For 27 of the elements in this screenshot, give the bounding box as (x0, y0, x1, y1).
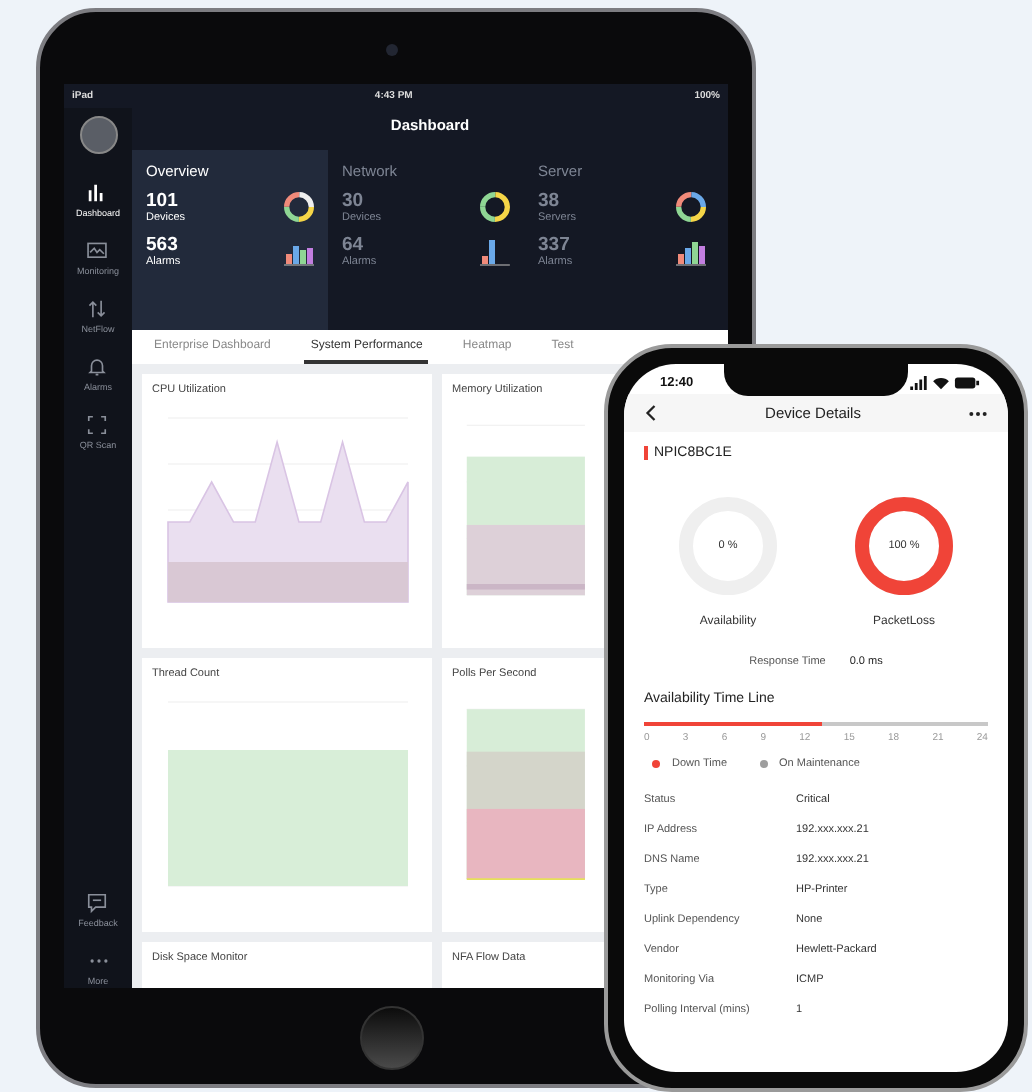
more-button[interactable] (968, 409, 988, 417)
chat-icon (86, 892, 109, 914)
back-button[interactable] (644, 404, 658, 422)
front-camera (386, 44, 398, 56)
arrows-icon (86, 298, 109, 320)
bar-chart-icon (676, 236, 706, 266)
wifi-icon (932, 376, 950, 390)
ring-chart-icon (480, 192, 510, 222)
scan-frame-icon (86, 414, 109, 436)
ring-chart-icon (284, 192, 314, 222)
stat-value: 563 (146, 234, 180, 256)
stat-value: 38 (538, 190, 562, 212)
avatar-icon[interactable] (79, 116, 117, 154)
stat-value: 101 (146, 190, 180, 212)
ring-chart-icon (676, 192, 706, 222)
bell-icon (86, 356, 109, 378)
ring-gauge (850, 492, 958, 600)
bar-chart-icon (480, 236, 510, 266)
back-icon (644, 404, 658, 422)
stat-value: 30 (342, 190, 366, 212)
battery-icon (954, 376, 980, 390)
monitor-icon (86, 240, 109, 262)
stat-value: 337 (538, 234, 572, 256)
signal-icon (910, 376, 928, 390)
stat-value: 64 (342, 234, 366, 256)
ellipsis-icon (968, 409, 988, 417)
bar-chart-icon (86, 182, 109, 204)
